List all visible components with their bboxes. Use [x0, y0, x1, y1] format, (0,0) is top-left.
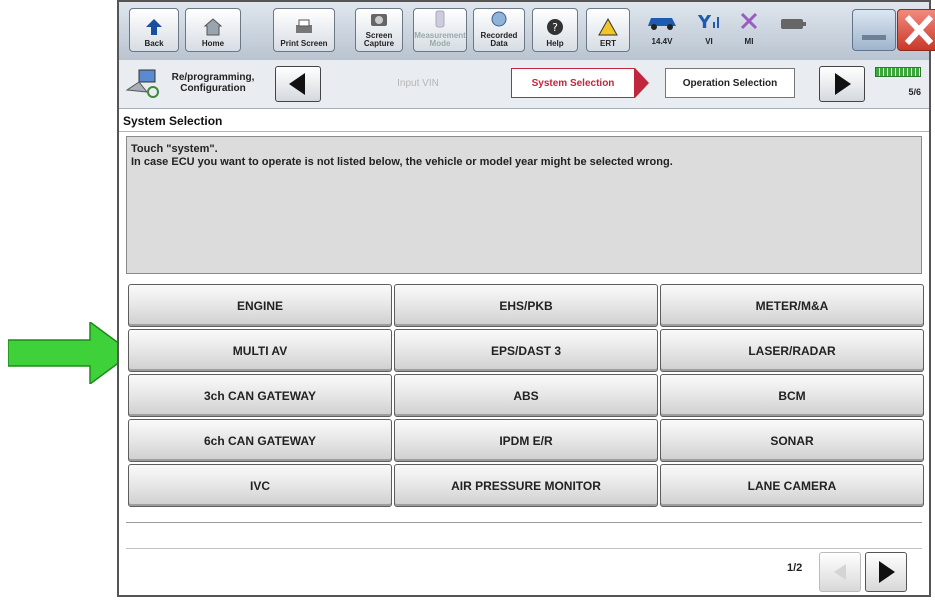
battery-icon — [781, 19, 806, 29]
crumb-system-selection[interactable]: System Selection — [511, 68, 635, 98]
mi-status: MI — [732, 10, 766, 46]
instruction-line-2: In case ECU you want to operate is not l… — [131, 156, 673, 168]
consult-window: Back Home Print Screen Screen Capture Me… — [117, 0, 935, 597]
crumb-operation-selection[interactable]: Operation Selection — [665, 68, 795, 98]
system-button-abs[interactable]: ABS — [394, 374, 658, 417]
system-button-meter-ma[interactable]: METER/M&A — [660, 284, 924, 327]
next-step-button[interactable] — [819, 66, 865, 102]
system-button-engine[interactable]: ENGINE — [128, 284, 392, 327]
svg-text:?: ? — [552, 21, 558, 34]
close-button[interactable] — [897, 9, 935, 51]
chevron-right-icon — [879, 561, 895, 583]
step-counter: 5/6 — [908, 87, 921, 97]
system-button-multi-av[interactable]: MULTI AV — [128, 329, 392, 372]
system-button-6ch-can-gateway[interactable]: 6ch CAN GATEWAY — [128, 419, 392, 462]
crumb-reprogramming: Re/programming, Configuration — [171, 72, 255, 94]
home-button[interactable]: Home — [185, 8, 241, 52]
chevron-left-icon — [834, 564, 846, 580]
camera-icon — [371, 14, 387, 26]
breadcrumb: Re/programming, Configuration Input VIN … — [119, 60, 929, 109]
list-divider — [126, 522, 922, 523]
step-progress-bar — [875, 67, 921, 77]
instruction-message: Touch "system". In case ECU you want to … — [126, 136, 922, 274]
crumb-input-vin[interactable]: Input VIN — [333, 68, 503, 98]
vi-status: Y VI — [692, 10, 726, 46]
system-button-ipdm-er[interactable]: IPDM E/R — [394, 419, 658, 462]
minimize-button[interactable] — [852, 9, 896, 51]
system-button-lane-camera[interactable]: LANE CAMERA — [660, 464, 924, 507]
warning-icon — [598, 17, 618, 36]
back-button[interactable]: Back — [129, 8, 179, 52]
recorded-data-button[interactable]: Recorded Data — [473, 8, 525, 52]
system-button-sonar[interactable]: SONAR — [660, 419, 924, 462]
active-step-pointer-icon — [635, 68, 649, 98]
mi-cross-icon — [740, 12, 758, 30]
screen-capture-button[interactable]: Screen Capture — [355, 8, 403, 52]
system-button-air-pressure-monitor[interactable]: AIR PRESSURE MONITOR — [394, 464, 658, 507]
footer-divider — [126, 548, 922, 549]
system-button-3ch-can-gateway[interactable]: 3ch CAN GATEWAY — [128, 374, 392, 417]
ert-button[interactable]: ERT — [586, 8, 630, 52]
vehicle-voltage-status: 14.4V — [640, 10, 684, 46]
chevron-left-icon — [289, 73, 305, 95]
page-indicator: 1/2 — [787, 562, 803, 574]
svg-text:Y: Y — [697, 12, 712, 32]
system-button-ehs-pkb[interactable]: EHS/PKB — [394, 284, 658, 327]
measurement-mode-button[interactable]: Measurement Mode — [413, 8, 467, 52]
help-button[interactable]: ? Help — [532, 8, 578, 52]
chevron-right-icon — [835, 73, 851, 95]
next-page-button[interactable] — [865, 552, 907, 592]
pointer-arrow-icon — [8, 322, 133, 384]
car-icon — [648, 18, 676, 30]
home-icon — [203, 18, 223, 36]
reprogramming-icon — [125, 69, 159, 98]
step-progress: 5/6 — [875, 67, 921, 97]
printer-icon — [296, 19, 312, 33]
system-button-laser-radar[interactable]: LASER/RADAR — [660, 329, 924, 372]
battery-status — [774, 16, 814, 37]
prev-page-button[interactable] — [819, 552, 861, 592]
system-button-ivc[interactable]: IVC — [128, 464, 392, 507]
instruction-line-1: Touch "system". — [131, 143, 218, 155]
system-button-bcm[interactable]: BCM — [660, 374, 924, 417]
recorded-data-icon — [491, 11, 507, 27]
signal-icon: Y — [697, 12, 719, 33]
close-icon — [904, 14, 934, 46]
system-button-eps-dast3[interactable]: EPS/DAST 3 — [394, 329, 658, 372]
back-arrow-icon — [146, 19, 162, 35]
print-screen-button[interactable]: Print Screen — [273, 8, 335, 52]
page-title: System Selection — [123, 114, 223, 128]
measurement-icon — [435, 10, 445, 28]
title-divider — [119, 131, 929, 132]
prev-step-button[interactable] — [275, 66, 321, 102]
toolbar: Back Home Print Screen Screen Capture Me… — [119, 2, 935, 61]
help-icon: ? — [547, 19, 563, 35]
